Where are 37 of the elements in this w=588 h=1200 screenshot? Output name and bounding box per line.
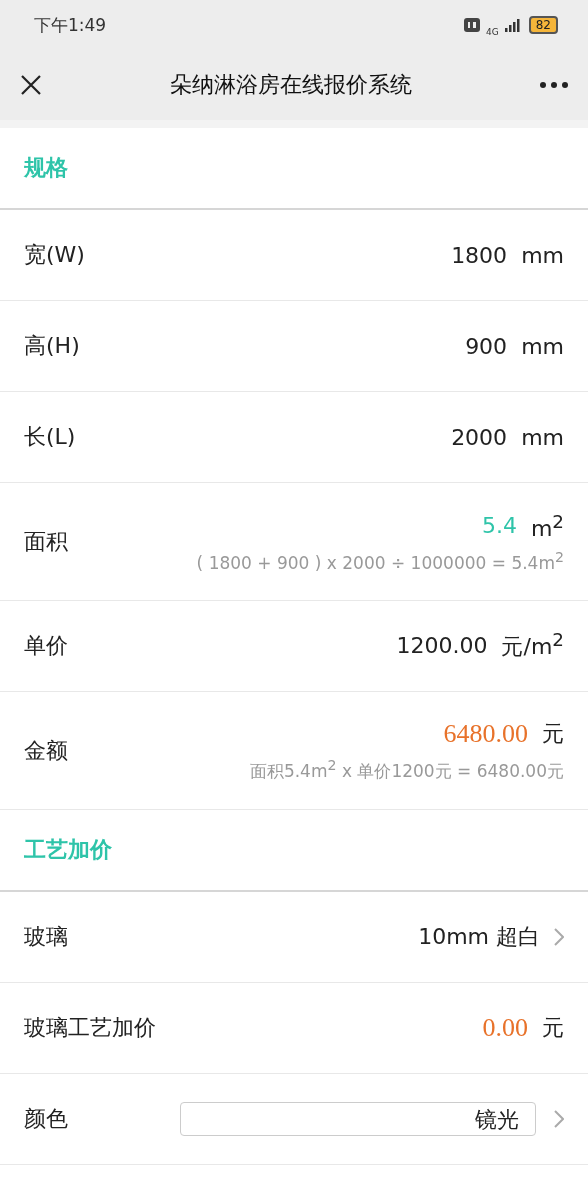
unit-label: 元/m$^{2}$	[501, 629, 564, 662]
field-value: 1800	[451, 242, 508, 268]
field-label: 宽(W)	[24, 241, 85, 269]
field-label: 长(L)	[24, 423, 76, 451]
select-field[interactable]: 镜光	[180, 1102, 536, 1136]
status-time: 下午1:49	[34, 13, 107, 37]
page-title: 朵纳淋浴房在线报价系统	[169, 71, 413, 99]
field-label: 高(H)	[24, 332, 80, 360]
unit-label: m$^{2}$	[530, 510, 564, 541]
unit-label: mm	[521, 333, 564, 359]
unit-label: 元	[542, 1014, 564, 1042]
select-value[interactable]: 10mm 超白	[418, 922, 540, 952]
field-label: 面积	[24, 527, 68, 556]
formula-text: 面积5.4m$^{2}$ x 单价1200元 = 6480.00元	[249, 756, 564, 783]
more-icon[interactable]	[540, 82, 568, 88]
close-icon[interactable]	[20, 74, 42, 96]
field-value: 6480.00	[443, 718, 528, 749]
section-title: 规格	[24, 154, 68, 182]
field-value: 5.4	[481, 513, 517, 539]
unit-label: mm	[521, 242, 564, 268]
signal-icon	[504, 18, 523, 32]
unit-label: mm	[521, 424, 564, 450]
network-label: 4G	[486, 27, 499, 37]
field-label: 玻璃工艺加价	[24, 1014, 156, 1042]
battery-indicator: 82	[528, 16, 558, 34]
hd-icon	[464, 18, 480, 32]
field-label: 单价	[24, 632, 68, 660]
field-value: 1200.00	[396, 633, 488, 659]
field-label: 玻璃	[24, 923, 68, 951]
field-value: 2000	[451, 424, 508, 450]
section-title: 工艺加价	[24, 836, 112, 864]
field-value: 0.00	[482, 1013, 528, 1043]
unit-label: 元	[542, 719, 564, 748]
field-label: 颜色	[24, 1105, 68, 1133]
formula-text: ( 1800 + 900 ) x 2000 ÷ 1000000 = 5.4m$^{2}$	[196, 548, 564, 573]
field-value: 900	[465, 333, 508, 359]
field-label: 金额	[24, 736, 68, 765]
